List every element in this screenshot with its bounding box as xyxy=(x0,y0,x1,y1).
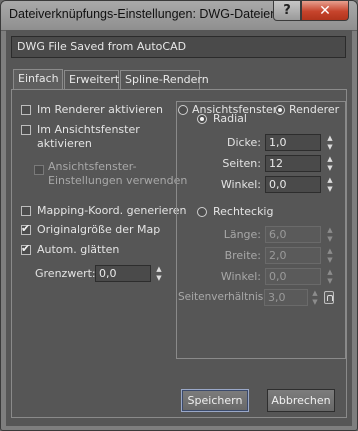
spinner-up-icon: ▲ xyxy=(312,289,318,297)
aspect-spinner[interactable]: ▲ ▼ xyxy=(310,289,320,306)
close-icon: ✕ xyxy=(319,2,331,19)
thickness-label: Dicke: xyxy=(226,136,261,149)
thickness-input[interactable]: 1,0 xyxy=(265,134,321,151)
length-label: Länge: xyxy=(223,228,261,241)
spinner-up-icon: ▲ xyxy=(327,247,333,255)
cancel-button[interactable]: Abbrechen xyxy=(267,389,335,412)
render-settings-group: Radial Dicke: 1,0 ▲ ▼ Seiten: 12 ▲ ▼ Win… xyxy=(176,101,346,359)
spinner-up-icon: ▲ xyxy=(327,226,333,234)
mapping-coords-checkbox[interactable] xyxy=(21,206,31,216)
length-input[interactable]: 6,0 xyxy=(265,226,321,243)
rect-angle-label: Winkel: xyxy=(220,270,261,283)
original-map-size-label: Originalgröße der Map xyxy=(37,223,161,236)
thickness-spinner[interactable]: ▲ ▼ xyxy=(325,134,335,151)
threshold-spinner[interactable]: ▲ ▼ xyxy=(154,265,164,282)
width-spinner[interactable]: ▲ ▼ xyxy=(325,247,335,264)
tab-spline-rendern[interactable]: Spline-Rendern xyxy=(120,70,209,89)
width-input[interactable]: 2,0 xyxy=(265,247,321,264)
spinner-down-icon: ▼ xyxy=(327,164,333,172)
spinner-up-icon: ▲ xyxy=(327,155,333,163)
title-bar[interactable]: Dateiverknüpfungs-Einstellungen: DWG-Dat… xyxy=(1,1,357,31)
file-type-field[interactable]: DWG File Saved from AutoCAD xyxy=(11,36,346,58)
radial-radio[interactable] xyxy=(197,114,207,124)
spinner-up-icon: ▲ xyxy=(156,265,162,273)
threshold-input[interactable]: 0,0 xyxy=(95,265,151,282)
viewport-enable-checkbox[interactable] xyxy=(21,125,31,135)
viewport-enable-label-line2: aktivieren xyxy=(37,137,92,150)
dialog-window: Dateiverknüpfungs-Einstellungen: DWG-Dat… xyxy=(0,0,358,431)
spinner-down-icon: ▼ xyxy=(327,235,333,243)
window-title: Dateiverknüpfungs-Einstellungen: DWG-Dat… xyxy=(9,7,278,21)
help-icon: ? xyxy=(283,3,291,18)
aspect-label: Seitenverhältnis: xyxy=(178,291,267,303)
spinner-up-icon: ▲ xyxy=(327,134,333,142)
rectangular-radio[interactable] xyxy=(197,207,207,217)
radial-angle-spinner[interactable]: ▲ ▼ xyxy=(325,176,335,193)
radial-angle-label: Winkel: xyxy=(220,178,261,191)
autosmooth-checkbox[interactable] xyxy=(21,242,31,255)
viewport-enable-label-line1: Im Ansichtsfenster xyxy=(37,123,140,136)
tab-erweitert[interactable]: Erweitert xyxy=(64,70,119,89)
spinner-up-icon: ▲ xyxy=(327,176,333,184)
rect-angle-input[interactable]: 0,0 xyxy=(265,268,321,285)
spinner-up-icon: ▲ xyxy=(327,268,333,276)
sides-label: Seiten: xyxy=(222,157,261,170)
length-spinner[interactable]: ▲ ▼ xyxy=(325,226,335,243)
spinner-down-icon: ▼ xyxy=(327,185,333,193)
spinner-down-icon: ▼ xyxy=(156,274,162,282)
save-button[interactable]: Speichern xyxy=(181,389,249,412)
mapping-coords-label: Mapping-Koord. generieren xyxy=(37,204,187,217)
sides-spinner[interactable]: ▲ ▼ xyxy=(325,155,335,172)
width-label: Breite: xyxy=(224,249,261,262)
spinner-down-icon: ▼ xyxy=(327,143,333,151)
renderer-enable-label: Im Renderer aktivieren xyxy=(37,103,163,116)
original-map-size-checkbox[interactable] xyxy=(21,222,31,235)
close-button[interactable]: ✕ xyxy=(301,1,349,21)
radial-label: Radial xyxy=(213,112,247,125)
radial-angle-input[interactable]: 0,0 xyxy=(265,176,321,193)
aspect-input[interactable]: 3,0 xyxy=(264,289,308,306)
spinner-down-icon: ▼ xyxy=(327,256,333,264)
tab-einfach[interactable]: Einfach xyxy=(13,69,63,89)
autosmooth-label: Autom. glätten xyxy=(37,243,120,256)
viewport-settings-checkbox[interactable] xyxy=(34,165,44,175)
spinner-down-icon: ▼ xyxy=(312,298,318,306)
dialog-content: DWG File Saved from AutoCAD Einfach Erwe… xyxy=(6,30,352,426)
spinner-down-icon: ▼ xyxy=(327,277,333,285)
sides-input[interactable]: 12 xyxy=(265,155,321,172)
help-button[interactable]: ? xyxy=(273,1,301,21)
viewport-settings-label-line1: Ansichtsfenster- xyxy=(48,160,137,173)
lock-aspect-icon[interactable] xyxy=(324,291,334,304)
viewport-settings-label-line2: Einstellungen verwenden xyxy=(48,174,188,187)
renderer-enable-checkbox[interactable] xyxy=(21,105,31,115)
rect-angle-spinner[interactable]: ▲ ▼ xyxy=(325,268,335,285)
rectangular-label: Rechteckig xyxy=(213,205,274,218)
threshold-label: Grenzwert: xyxy=(35,267,96,280)
